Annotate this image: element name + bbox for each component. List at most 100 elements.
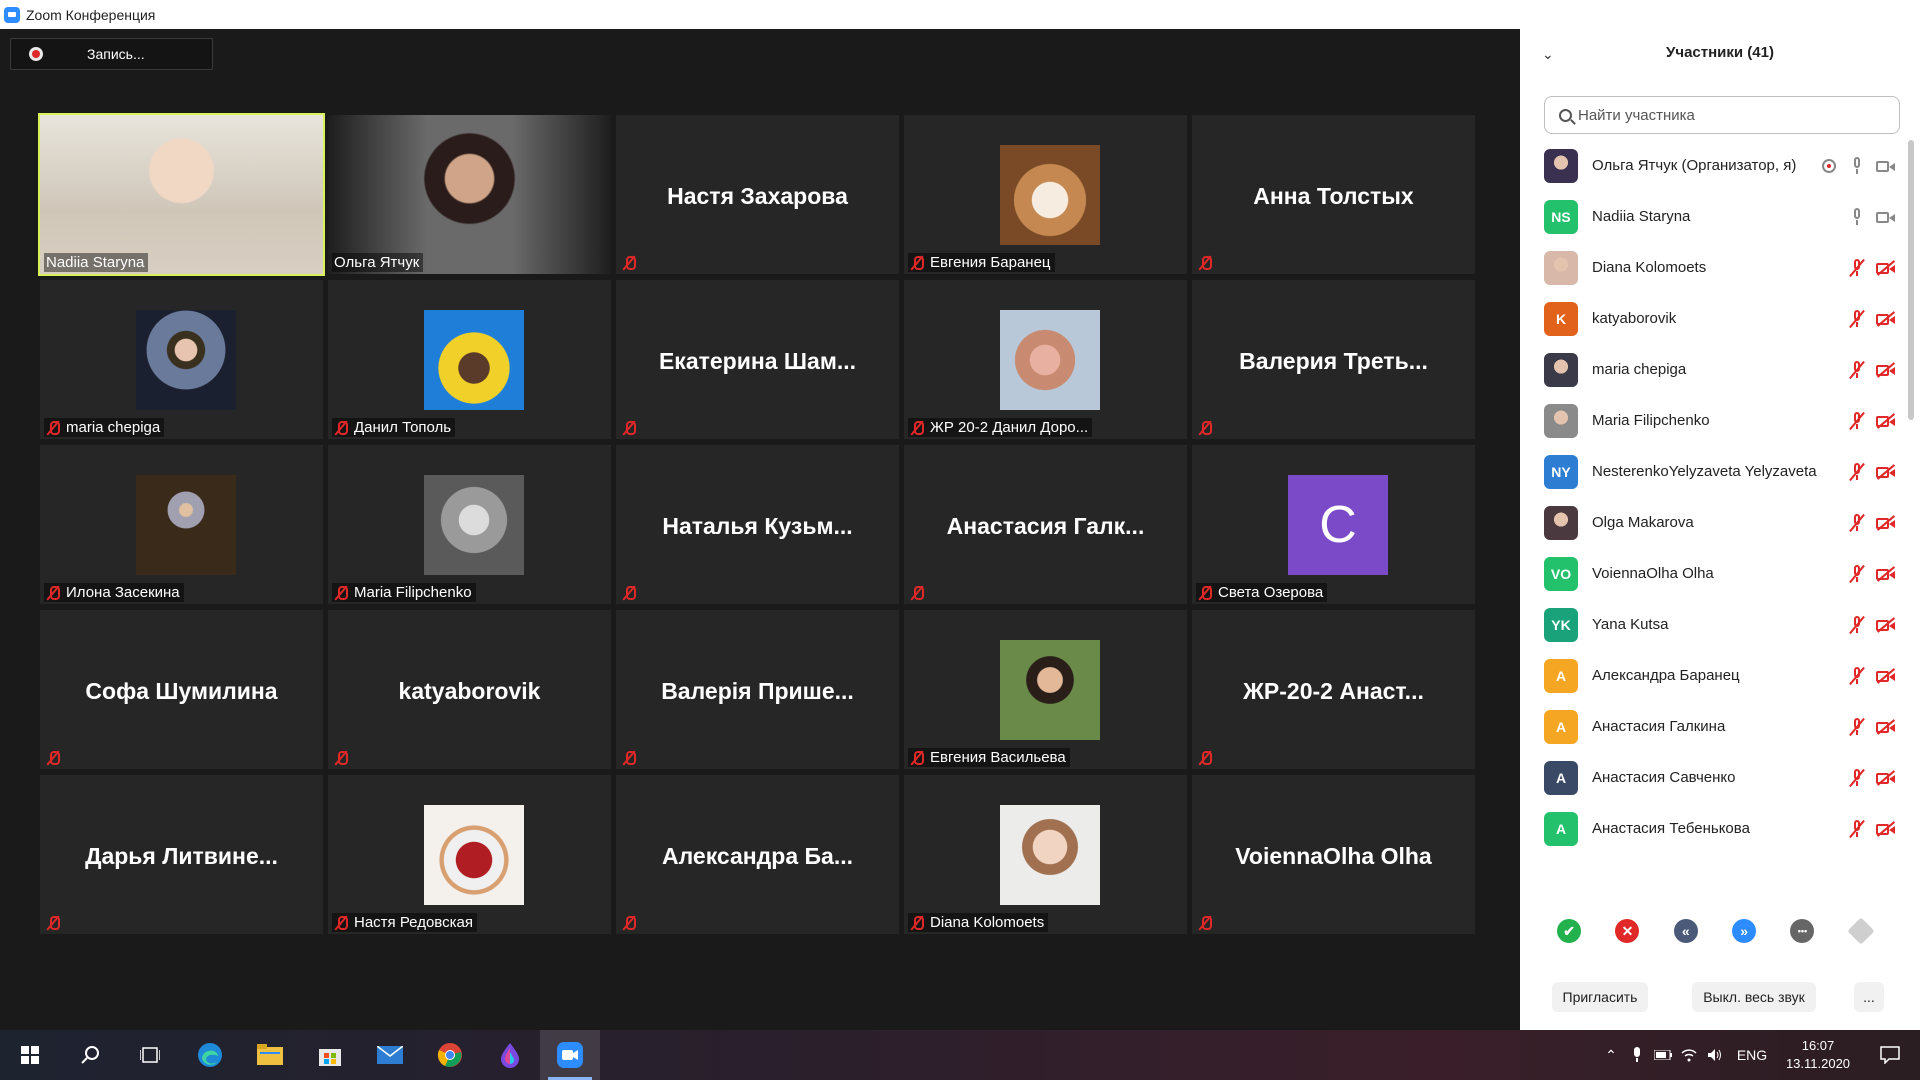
search-taskbar-icon[interactable] bbox=[60, 1030, 120, 1080]
mic-muted-icon[interactable] bbox=[1850, 411, 1864, 430]
mute-all-button[interactable]: Выкл. весь звук bbox=[1692, 982, 1816, 1012]
show-hidden-icons-chevron-icon[interactable]: ⌃ bbox=[1598, 1030, 1624, 1080]
participant-row[interactable]: A Анастасия Галкина bbox=[1520, 701, 1906, 752]
camera-off-icon[interactable] bbox=[1876, 822, 1896, 836]
start-button[interactable] bbox=[0, 1030, 60, 1080]
participant-row[interactable]: NY NesterenkoYelyzaveta Yelyzaveta bbox=[1520, 446, 1906, 497]
camera-off-icon[interactable] bbox=[1876, 516, 1896, 530]
mic-muted-icon[interactable] bbox=[1850, 513, 1864, 532]
camera-icon[interactable] bbox=[1876, 159, 1896, 173]
participant-row[interactable]: A Анастасия Тебенькова bbox=[1520, 803, 1906, 854]
participant-row[interactable]: NS Nadiia Staryna bbox=[1520, 191, 1906, 242]
participant-row[interactable]: Kkatyaborovik bbox=[1520, 293, 1906, 344]
participant-tile[interactable]: maria chepiga bbox=[40, 280, 323, 439]
mic-muted-icon[interactable] bbox=[1850, 717, 1864, 736]
participant-search[interactable] bbox=[1544, 96, 1900, 134]
participant-tile[interactable]: Александра Ба... bbox=[616, 775, 899, 934]
camera-icon[interactable] bbox=[1876, 210, 1896, 224]
camera-off-icon[interactable] bbox=[1876, 312, 1896, 326]
input-language[interactable]: ENG bbox=[1728, 1030, 1776, 1080]
file-explorer-icon[interactable] bbox=[240, 1030, 300, 1080]
participant-row[interactable]: A Александра Баранец bbox=[1520, 650, 1906, 701]
participant-row[interactable]: VO VoiennaOlha Olha bbox=[1520, 548, 1906, 599]
chrome-icon[interactable] bbox=[420, 1030, 480, 1080]
participant-tile[interactable]: ЖР 20-2 Данил Доро... bbox=[904, 280, 1187, 439]
participant-tile[interactable]: VoiennaOlha Olha bbox=[1192, 775, 1475, 934]
microphone-tray-icon[interactable] bbox=[1624, 1030, 1650, 1080]
camera-off-icon[interactable] bbox=[1876, 618, 1896, 632]
participant-tile[interactable]: Настя Захарова bbox=[616, 115, 899, 274]
participant-row[interactable]: Maria Filipchenko bbox=[1520, 395, 1906, 446]
participant-tile[interactable]: Евгения Васильева bbox=[904, 610, 1187, 769]
participant-tile[interactable]: Diana Kolomoets bbox=[904, 775, 1187, 934]
mic-icon[interactable] bbox=[1850, 156, 1864, 175]
mic-muted-icon[interactable] bbox=[1850, 666, 1864, 685]
paint-drop-icon[interactable] bbox=[480, 1030, 540, 1080]
participant-tile[interactable]: С Света Озерова bbox=[1192, 445, 1475, 604]
mic-muted-icon[interactable] bbox=[1850, 819, 1864, 838]
invite-button[interactable]: Пригласить bbox=[1552, 982, 1648, 1012]
camera-off-icon[interactable] bbox=[1876, 567, 1896, 581]
camera-off-icon[interactable] bbox=[1876, 363, 1896, 377]
camera-off-icon[interactable] bbox=[1876, 720, 1896, 734]
mic-muted-icon[interactable] bbox=[1850, 768, 1864, 787]
participant-tile[interactable]: Валерия Треть... bbox=[1192, 280, 1475, 439]
recording-indicator[interactable]: Запись... bbox=[10, 38, 213, 70]
yes-reaction-icon[interactable]: ✔ bbox=[1557, 919, 1582, 943]
participant-tile[interactable]: Настя Редовская bbox=[328, 775, 611, 934]
participant-tile[interactable]: Валерія Прише... bbox=[616, 610, 899, 769]
participant-tile[interactable]: Софа Шумилина bbox=[40, 610, 323, 769]
participant-tile[interactable]: Анна Толстых bbox=[1192, 115, 1475, 274]
task-view-icon[interactable] bbox=[120, 1030, 180, 1080]
participant-tile[interactable]: Наталья Кузьм... bbox=[616, 445, 899, 604]
participant-tile[interactable]: katyaborovik bbox=[328, 610, 611, 769]
camera-off-icon[interactable] bbox=[1876, 465, 1896, 479]
zoom-taskbar-icon[interactable] bbox=[540, 1030, 600, 1080]
search-input[interactable] bbox=[1578, 106, 1878, 124]
participant-row[interactable]: Ольга Ятчук (Организатор, я) bbox=[1520, 140, 1906, 191]
mic-muted-icon[interactable] bbox=[1850, 258, 1864, 277]
mic-muted-icon[interactable] bbox=[1850, 564, 1864, 583]
volume-icon[interactable] bbox=[1702, 1030, 1728, 1080]
mic-muted-icon[interactable] bbox=[1850, 462, 1864, 481]
camera-off-icon[interactable] bbox=[1876, 669, 1896, 683]
more-reaction-icon[interactable]: ••• bbox=[1790, 919, 1815, 943]
participant-tile[interactable]: Екатерина Шам... bbox=[616, 280, 899, 439]
participant-tile[interactable]: Анастасия Галк... bbox=[904, 445, 1187, 604]
notifications-icon[interactable] bbox=[1860, 1030, 1920, 1080]
participant-tile[interactable]: Дарья Литвине... bbox=[40, 775, 323, 934]
participant-row[interactable]: YK Yana Kutsa bbox=[1520, 599, 1906, 650]
taskbar-clock[interactable]: 16:07 13.11.2020 bbox=[1776, 1037, 1860, 1073]
participant-tile[interactable]: Данил Тополь bbox=[328, 280, 611, 439]
participant-row[interactable]: maria chepiga bbox=[1520, 344, 1906, 395]
no-reaction-icon[interactable]: ✕ bbox=[1615, 919, 1640, 943]
participant-row[interactable]: A Анастасия Савченко bbox=[1520, 752, 1906, 803]
participant-tile[interactable]: Илона Засекина bbox=[40, 445, 323, 604]
clear-reaction-icon[interactable]: ◆ bbox=[1847, 917, 1875, 945]
participant-row[interactable]: Olga Makarova bbox=[1520, 497, 1906, 548]
participant-tile[interactable]: Nadiia Staryna bbox=[38, 113, 325, 276]
go-slower-reaction-icon[interactable]: « bbox=[1673, 919, 1698, 943]
participant-tile[interactable]: Maria Filipchenko bbox=[328, 445, 611, 604]
more-options-button[interactable]: ... bbox=[1854, 982, 1884, 1012]
camera-off-icon[interactable] bbox=[1876, 771, 1896, 785]
battery-icon[interactable] bbox=[1650, 1030, 1676, 1080]
store-icon[interactable] bbox=[300, 1030, 360, 1080]
wifi-icon[interactable] bbox=[1676, 1030, 1702, 1080]
scrollbar[interactable] bbox=[1908, 140, 1916, 868]
mic-muted-icon[interactable] bbox=[1850, 360, 1864, 379]
window-title: Zoom Конференция bbox=[26, 6, 156, 23]
edge-browser-icon[interactable] bbox=[180, 1030, 240, 1080]
mic-muted-icon[interactable] bbox=[1850, 309, 1864, 328]
go-faster-reaction-icon[interactable]: » bbox=[1732, 919, 1757, 943]
camera-off-icon[interactable] bbox=[1876, 261, 1896, 275]
participant-tile[interactable]: Ольга Ятчук bbox=[328, 115, 611, 274]
camera-off-icon[interactable] bbox=[1876, 414, 1896, 428]
mic-icon[interactable] bbox=[1850, 207, 1864, 226]
participant-tile[interactable]: ЖР-20-2 Анаст... bbox=[1192, 610, 1475, 769]
scrollbar-thumb[interactable] bbox=[1908, 140, 1914, 420]
mail-icon[interactable] bbox=[360, 1030, 420, 1080]
participant-row[interactable]: Diana Kolomoets bbox=[1520, 242, 1906, 293]
mic-muted-icon[interactable] bbox=[1850, 615, 1864, 634]
participant-tile[interactable]: Евгения Баранец bbox=[904, 115, 1187, 274]
